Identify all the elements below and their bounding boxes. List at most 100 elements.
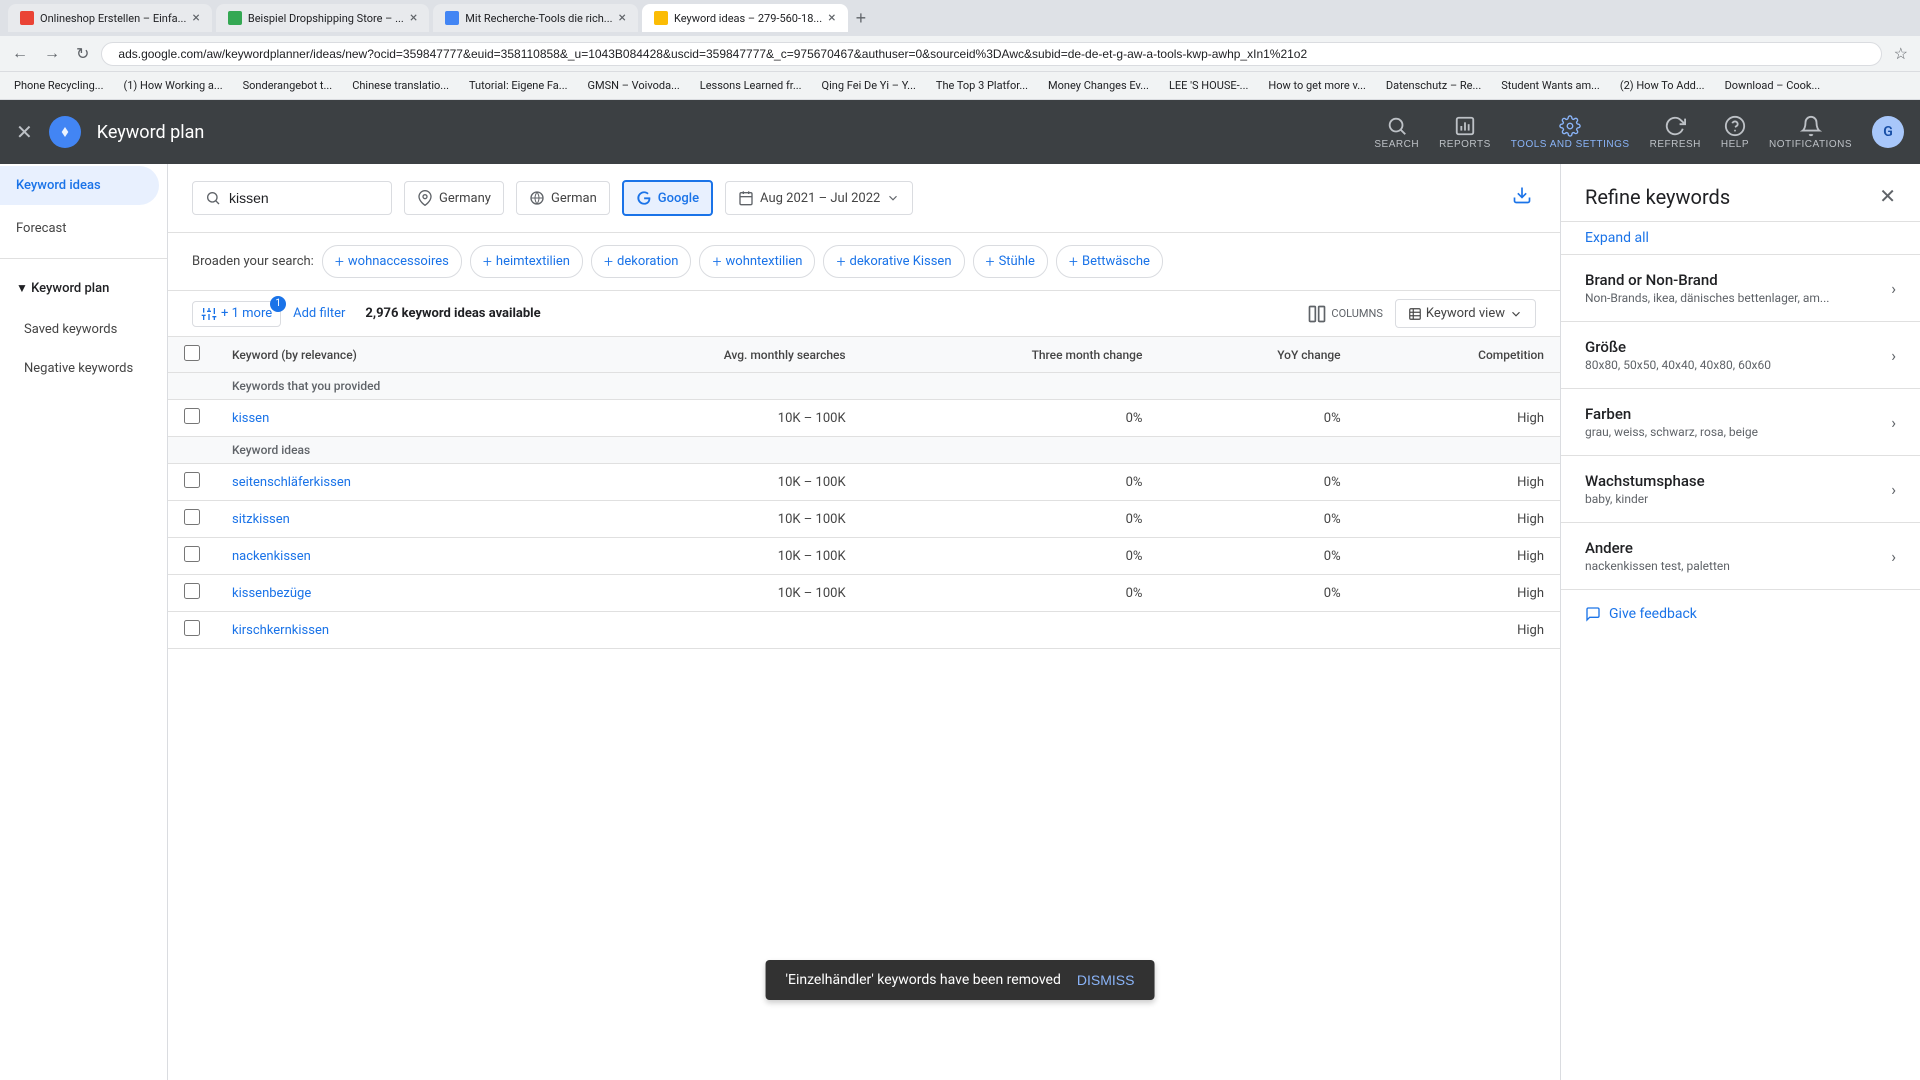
refine-section-sub-brand: Non-Brands, ikea, dänisches bettenlager,… xyxy=(1585,291,1829,305)
location-filter[interactable]: Germany xyxy=(404,181,504,215)
row-checkbox-1-2[interactable] xyxy=(184,546,200,562)
help-button[interactable]: HELP xyxy=(1721,115,1749,150)
competition-column-header[interactable]: Competition xyxy=(1357,337,1560,373)
tab-3[interactable]: Mit Recherche-Tools die rich... × xyxy=(433,4,638,32)
broaden-tag-3[interactable]: + wohntextilien xyxy=(699,245,815,278)
bookmark-button[interactable]: ☆ xyxy=(1890,40,1912,68)
tab-2-close[interactable]: × xyxy=(410,10,417,26)
snackbar-dismiss-button[interactable]: Dismiss xyxy=(1077,972,1135,988)
language-label: German xyxy=(551,191,597,206)
bookmark-9[interactable]: The Top 3 Platfor... xyxy=(930,77,1034,94)
language-icon xyxy=(529,190,545,206)
tools-settings-button[interactable]: TOOLS AND SETTINGS xyxy=(1511,115,1630,150)
row-checkbox-cell-1-3[interactable] xyxy=(168,575,216,612)
row-checkbox-1-0[interactable] xyxy=(184,472,200,488)
checkbox-header[interactable] xyxy=(168,337,216,373)
give-feedback-button[interactable]: Give feedback xyxy=(1561,590,1920,638)
refine-section-header-farben[interactable]: Farben grau, weiss, schwarz, rosa, beige… xyxy=(1561,389,1920,455)
row-checkbox-cell-1-4[interactable] xyxy=(168,612,216,649)
row-checkbox-cell-0-0[interactable] xyxy=(168,400,216,437)
date-filter[interactable]: Aug 2021 – Jul 2022 xyxy=(725,181,913,215)
close-button[interactable]: ✕ xyxy=(16,120,33,145)
broaden-tag-4[interactable]: + dekorative Kissen xyxy=(823,245,964,278)
select-all-checkbox[interactable] xyxy=(184,345,200,361)
broaden-tag-1[interactable]: + heimtextilien xyxy=(470,245,583,278)
search-box[interactable] xyxy=(192,181,392,215)
keyword-cell-1-2[interactable]: nackenkissen xyxy=(216,538,542,575)
sidebar-item-keyword-plan-label: ▼ Keyword plan xyxy=(16,281,109,296)
add-filter-button[interactable]: Add filter xyxy=(293,306,345,321)
tab-4[interactable]: Keyword ideas – 279-560-18... × xyxy=(642,4,848,32)
keyword-cell-1-0[interactable]: seitenschläferkissen xyxy=(216,464,542,501)
app-wrapper: ✕ Keyword plan SEARCH REPORTS TOOLS AND … xyxy=(0,100,1920,1080)
forward-button[interactable]: → xyxy=(40,41,64,67)
avg-monthly-column-header[interactable]: Avg. monthly searches xyxy=(542,337,862,373)
bookmark-11[interactable]: LEE 'S HOUSE-... xyxy=(1163,77,1254,94)
notifications-button[interactable]: NOTIFICATIONS xyxy=(1769,115,1852,150)
search-nav-button[interactable]: SEARCH xyxy=(1374,115,1419,150)
bookmark-3[interactable]: Sonderangebot t... xyxy=(237,77,339,94)
refresh-button[interactable]: REFRESH xyxy=(1650,115,1701,150)
back-button[interactable]: ← xyxy=(8,41,32,67)
row-checkbox-0-0[interactable] xyxy=(184,408,200,424)
bookmark-2[interactable]: (1) How Working a... xyxy=(117,77,228,94)
download-button[interactable] xyxy=(1508,181,1536,215)
language-filter[interactable]: German xyxy=(516,181,610,215)
bookmark-15[interactable]: (2) How To Add... xyxy=(1614,77,1711,94)
close-panel-button[interactable]: ✕ xyxy=(1879,184,1896,209)
new-tab-button[interactable]: + xyxy=(852,8,871,29)
tab-4-close[interactable]: × xyxy=(828,10,835,26)
expand-all-button[interactable]: Expand all xyxy=(1561,222,1920,255)
row-checkbox-cell-1-0[interactable] xyxy=(168,464,216,501)
tools-settings-icon xyxy=(1559,115,1581,137)
keyword-cell-0-0[interactable]: kissen xyxy=(216,400,542,437)
sidebar-item-forecast[interactable]: Forecast xyxy=(0,209,159,248)
broaden-tag-5[interactable]: + Stühle xyxy=(973,245,1048,278)
refine-section-header-brand[interactable]: Brand or Non-Brand Non-Brands, ikea, dän… xyxy=(1561,255,1920,321)
row-checkbox-cell-1-1[interactable] xyxy=(168,501,216,538)
avatar[interactable]: G xyxy=(1872,116,1904,148)
row-checkbox-cell-1-2[interactable] xyxy=(168,538,216,575)
three-month-column-header[interactable]: Three month change xyxy=(862,337,1159,373)
row-checkbox-1-3[interactable] xyxy=(184,583,200,599)
tab-3-close[interactable]: × xyxy=(619,10,626,26)
keyword-column-header[interactable]: Keyword (by relevance) xyxy=(216,337,542,373)
refine-section-header-groesse[interactable]: Größe 80x80, 50x50, 40x40, 40x80, 60x60 … xyxy=(1561,322,1920,388)
tab-2[interactable]: Beispiel Dropshipping Store – ... × xyxy=(216,4,429,32)
bookmark-1[interactable]: Phone Recycling... xyxy=(8,77,109,94)
bookmark-10[interactable]: Money Changes Ev... xyxy=(1042,77,1155,94)
sidebar-item-saved-keywords[interactable]: Saved keywords xyxy=(0,312,159,347)
bookmark-14[interactable]: Student Wants am... xyxy=(1495,77,1606,94)
keyword-cell-1-4[interactable]: kirschkernkissen xyxy=(216,612,542,649)
tab-1-close[interactable]: × xyxy=(192,10,199,26)
refine-section-header-andere[interactable]: Andere nackenkissen test, paletten › xyxy=(1561,523,1920,589)
bookmark-6[interactable]: GMSN – Voivoda... xyxy=(582,77,686,94)
broaden-tag-2[interactable]: + dekoration xyxy=(591,245,692,278)
search-input[interactable] xyxy=(229,190,349,206)
keyword-view-button[interactable]: Keyword view xyxy=(1395,299,1536,328)
bookmark-5[interactable]: Tutorial: Eigene Fa... xyxy=(463,77,574,94)
refine-section-header-wachstumsphase[interactable]: Wachstumsphase baby, kinder › xyxy=(1561,456,1920,522)
network-filter[interactable]: Google xyxy=(622,180,713,216)
broaden-tag-0[interactable]: + wohnaccessoires xyxy=(322,245,462,278)
sidebar-item-keyword-ideas[interactable]: Keyword ideas xyxy=(0,166,159,205)
bookmark-8[interactable]: Qing Fei De Yi – Y... xyxy=(816,77,922,94)
reports-button[interactable]: REPORTS xyxy=(1439,115,1491,150)
bookmark-4[interactable]: Chinese translatio... xyxy=(346,77,455,94)
active-filter-button[interactable]: + 1 more 1 xyxy=(192,301,281,327)
reload-button[interactable]: ↻ xyxy=(72,40,93,68)
row-checkbox-1-1[interactable] xyxy=(184,509,200,525)
address-input[interactable] xyxy=(101,42,1881,66)
bookmark-7[interactable]: Lessons Learned fr... xyxy=(694,77,808,94)
row-checkbox-1-4[interactable] xyxy=(184,620,200,636)
tab-1[interactable]: Onlineshop Erstellen – Einfa... × xyxy=(8,4,212,32)
bookmark-12[interactable]: How to get more v... xyxy=(1262,77,1372,94)
yoy-column-header[interactable]: YoY change xyxy=(1158,337,1356,373)
keyword-cell-1-1[interactable]: sitzkissen xyxy=(216,501,542,538)
bookmark-16[interactable]: Download – Cook... xyxy=(1719,77,1827,94)
sidebar-item-negative-keywords[interactable]: Negative keywords xyxy=(0,351,159,386)
columns-button[interactable]: COLUMNS xyxy=(1307,304,1382,324)
keyword-cell-1-3[interactable]: kissenbezüge xyxy=(216,575,542,612)
bookmark-13[interactable]: Datenschutz – Re... xyxy=(1380,77,1487,94)
broaden-tag-6[interactable]: + Bettwäsche xyxy=(1056,245,1163,278)
